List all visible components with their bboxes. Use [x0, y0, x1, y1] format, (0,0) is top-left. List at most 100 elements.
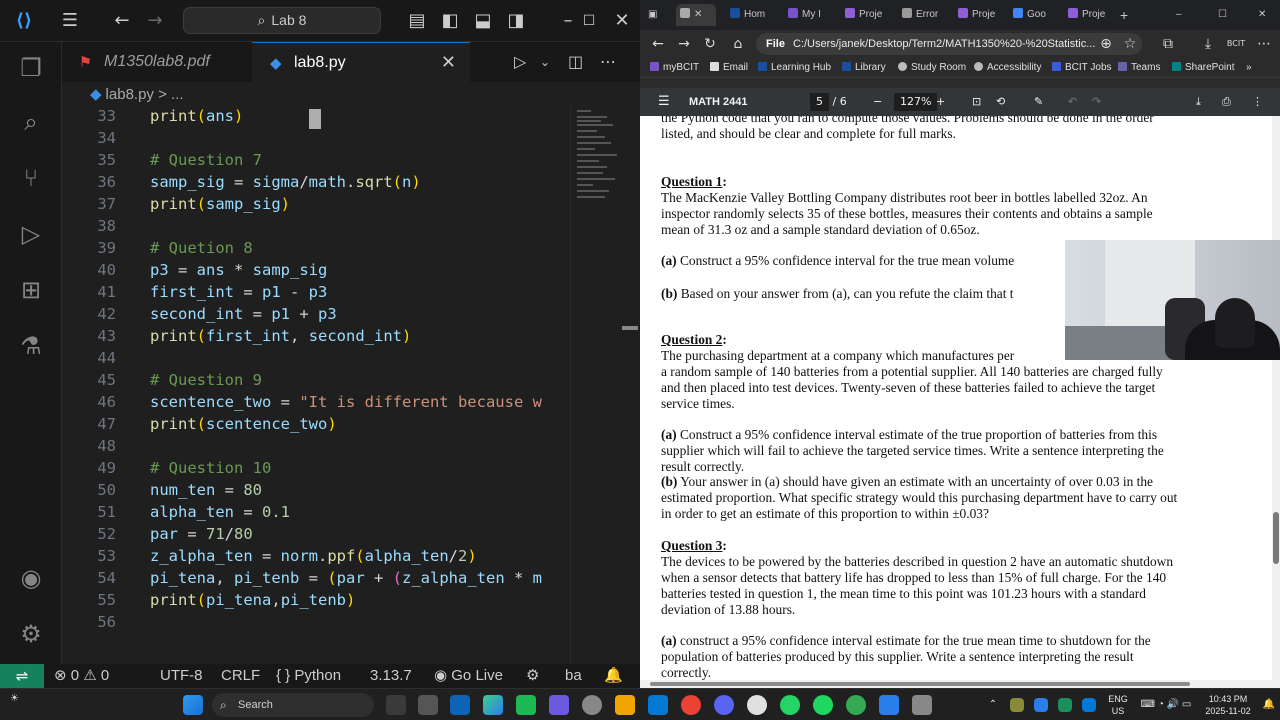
encoding-status[interactable]: UTF-8: [160, 664, 203, 688]
accounts-icon[interactable]: ◉: [15, 562, 47, 594]
app-icon[interactable]: [912, 695, 932, 715]
testing-icon[interactable]: ⚗: [15, 330, 47, 362]
browser-tab[interactable]: Proje: [845, 4, 895, 26]
python-version-status[interactable]: 3.13.7: [370, 664, 412, 688]
eol-status[interactable]: CRLF: [221, 664, 260, 688]
split-editor-icon[interactable]: ◫: [568, 42, 583, 82]
onedrive-icon[interactable]: [1082, 698, 1096, 712]
downloads-icon[interactable]: ⤓: [1198, 34, 1218, 54]
app-icon[interactable]: [516, 695, 536, 715]
close-window-icon[interactable]: ✕: [1258, 4, 1272, 26]
code-editor[interactable]: 33 34 35 36 37 38 39 40 41 42 43 44 45 4…: [62, 106, 640, 664]
editor-scroll-thumb[interactable]: [622, 326, 638, 330]
extensions-icon[interactable]: ⧉: [1158, 34, 1178, 54]
remote-icon[interactable]: ⇌: [0, 664, 44, 688]
discord-icon[interactable]: [714, 695, 734, 715]
favorite-item[interactable]: Email: [710, 58, 748, 78]
widgets-icon[interactable]: ☀: [10, 693, 30, 713]
download-icon[interactable]: ⤓: [1196, 88, 1201, 116]
run-debug-icon[interactable]: ▷: [15, 218, 47, 250]
toggle-sidebar-icon[interactable]: ◧: [438, 9, 462, 33]
undo-icon[interactable]: ↶: [1068, 88, 1077, 116]
toggle-panel-icon[interactable]: ⬓: [471, 9, 495, 33]
more-actions-icon[interactable]: ⋯: [600, 42, 616, 82]
maximize-icon[interactable]: ☐: [577, 9, 601, 33]
spotify-icon[interactable]: [813, 695, 833, 715]
go-live-button[interactable]: ◉ Go Live: [434, 664, 503, 688]
tab-lab8-py[interactable]: ◆ lab8.py ✕: [252, 42, 470, 82]
browser-tab[interactable]: Proje: [1068, 4, 1118, 26]
favorite-item[interactable]: myBCIT: [650, 58, 699, 78]
extension-status-icon[interactable]: ⚙: [526, 664, 539, 688]
back-arrow-icon[interactable]: ←: [648, 34, 668, 54]
browser-tab[interactable]: Goo: [1013, 4, 1063, 26]
terminal-icon[interactable]: [418, 695, 438, 715]
favorite-star-icon[interactable]: ☆: [1120, 34, 1140, 54]
favorite-item[interactable]: BCIT Jobs: [1052, 58, 1112, 78]
language-indicator[interactable]: ENG US: [1104, 693, 1132, 720]
refresh-icon[interactable]: ↻: [700, 34, 720, 54]
browser-tab[interactable]: Proje: [958, 4, 1008, 26]
pdf-viewer[interactable]: the Python code that you ran to compute …: [640, 116, 1272, 680]
tray-app-icon[interactable]: [1010, 698, 1024, 712]
extension-status-text[interactable]: ba: [565, 664, 582, 688]
clock[interactable]: 10:43 PM 2025-11-02: [1196, 693, 1260, 720]
editor-scrollbar[interactable]: [630, 106, 640, 664]
favorite-item[interactable]: Study Room: [898, 58, 966, 78]
forward-arrow-icon[interactable]: →: [143, 9, 167, 33]
rotate-icon[interactable]: ⟲: [996, 88, 1005, 116]
zoom-in-icon[interactable]: +: [936, 88, 945, 116]
workspaces-icon[interactable]: ▣: [648, 4, 662, 26]
redo-icon[interactable]: ↷: [1092, 88, 1101, 116]
new-tab-icon[interactable]: +: [1120, 4, 1136, 26]
outlook-icon[interactable]: [648, 695, 668, 715]
minimize-icon[interactable]: –: [1176, 4, 1190, 26]
url-field[interactable]: File C:/Users/janek/Desktop/Term2/MATH135…: [756, 33, 1142, 55]
layout-customize-icon[interactable]: ▤: [405, 9, 429, 33]
file-explorer-icon[interactable]: [615, 695, 635, 715]
fit-page-icon[interactable]: ⊡: [972, 88, 981, 116]
pdf-more-icon[interactable]: ⋮: [1252, 88, 1263, 116]
search-icon[interactable]: ⌕: [15, 106, 47, 138]
favorites-overflow-icon[interactable]: »: [1246, 58, 1252, 78]
more-menu-icon[interactable]: ⋯: [1254, 34, 1274, 54]
command-center-search[interactable]: ⌕ Lab 8: [183, 7, 381, 34]
breadcrumb-file[interactable]: lab8.py: [106, 86, 154, 103]
annotate-icon[interactable]: ✎: [1034, 88, 1043, 116]
start-windows-icon[interactable]: [183, 695, 203, 715]
pdf-menu-icon[interactable]: ☰: [658, 88, 670, 116]
minimap[interactable]: [570, 106, 630, 664]
favorite-item[interactable]: Teams: [1118, 58, 1160, 78]
copilot-icon[interactable]: [483, 695, 503, 715]
forward-arrow-icon[interactable]: →: [674, 34, 694, 54]
zoom-icon[interactable]: ⊕: [1096, 34, 1116, 54]
vscode-taskbar-icon[interactable]: [450, 695, 470, 715]
settings-icon[interactable]: [582, 695, 602, 715]
run-dropdown-chevron-icon[interactable]: ⌄: [540, 42, 550, 82]
taskbar-search[interactable]: ⌕ Search: [212, 693, 374, 717]
favorite-item[interactable]: SharePoint: [1172, 58, 1234, 78]
menu-icon[interactable]: ☰: [58, 9, 82, 33]
profile-avatar[interactable]: BCIT: [1226, 34, 1246, 54]
tab-pdf[interactable]: ⚑ M1350lab8.pdf: [62, 42, 252, 82]
pdf-scroll-thumb[interactable]: [1273, 512, 1279, 564]
pdf-horizontal-scroll-thumb[interactable]: [650, 682, 1190, 686]
slack-icon[interactable]: [747, 695, 767, 715]
whatsapp-icon[interactable]: [780, 695, 800, 715]
close-window-icon[interactable]: ✕: [610, 9, 634, 33]
language-status[interactable]: { } Python: [276, 664, 341, 688]
browser-tab[interactable]: My I: [788, 4, 836, 26]
zoom-level[interactable]: 127%: [894, 88, 938, 116]
run-python-icon[interactable]: ▷: [514, 42, 526, 82]
favorite-item[interactable]: Library: [842, 58, 886, 78]
pdf-scrollbar[interactable]: [1272, 116, 1280, 680]
bluetooth-icon[interactable]: [1034, 698, 1048, 712]
zoom-out-icon[interactable]: −: [873, 88, 882, 116]
manage-gear-icon[interactable]: ⚙: [15, 618, 47, 650]
page-number-input[interactable]: 5: [810, 93, 829, 111]
explorer-icon[interactable]: ❐: [15, 52, 47, 84]
browser-tab[interactable]: Hom: [730, 4, 778, 26]
browser-tab[interactable]: Error: [902, 4, 952, 26]
favorite-item[interactable]: Learning Hub: [758, 58, 831, 78]
print-icon[interactable]: ⎙: [1222, 88, 1231, 116]
